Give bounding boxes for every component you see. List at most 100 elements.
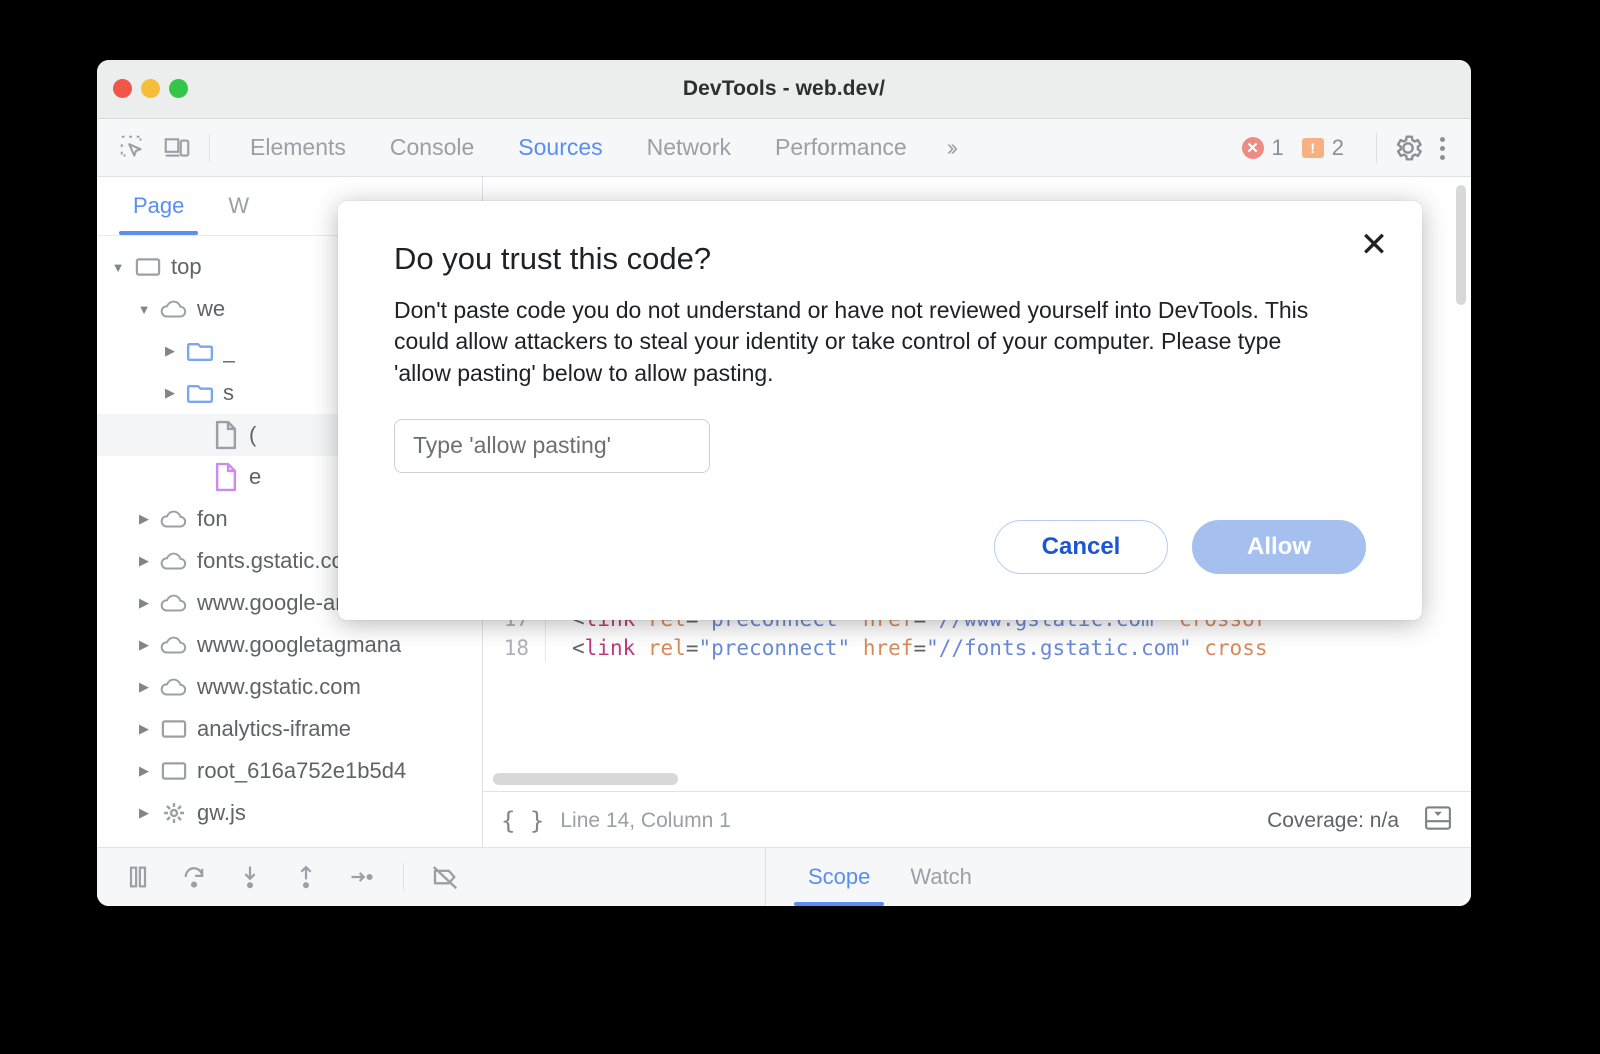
device-toolbar-icon[interactable] <box>155 126 199 170</box>
devtools-window: DevTools - web.dev/ Elements Console Sou… <box>97 60 1471 906</box>
toolbar-divider-3 <box>403 863 404 891</box>
cancel-button[interactable]: Cancel <box>994 520 1168 574</box>
tree-item-label: fon <box>197 506 228 531</box>
editor-vertical-scrollbar[interactable] <box>1456 185 1466 305</box>
step-into-icon[interactable] <box>225 855 275 899</box>
close-window-button[interactable] <box>113 79 132 98</box>
step-over-icon[interactable] <box>169 855 219 899</box>
frame-icon <box>131 253 165 281</box>
error-badge[interactable]: ✕ 1 <box>1241 135 1284 161</box>
tree-item-gstatic[interactable]: ▶ www.gstatic.com <box>97 666 482 708</box>
twisty-right-icon[interactable]: ▶ <box>131 721 157 737</box>
folder-icon <box>183 337 217 365</box>
code-token: = <box>685 635 699 660</box>
maximize-window-button[interactable] <box>169 79 188 98</box>
error-icon: ✕ <box>1241 137 1264 159</box>
line-number: 18 <box>503 635 529 660</box>
show-drawer-icon[interactable] <box>1423 803 1453 838</box>
traffic-lights <box>113 79 188 98</box>
toolbar-divider-2 <box>1376 133 1377 163</box>
deactivate-breakpoints-icon[interactable] <box>420 855 470 899</box>
twisty-right-icon[interactable]: ▶ <box>131 763 157 779</box>
twisty-down-icon[interactable]: ▼ <box>131 302 157 317</box>
tree-item-label: www.googletagmana <box>197 632 402 657</box>
tree-item-gwjs[interactable]: ▶ gw.js <box>97 792 482 834</box>
twisty-down-icon[interactable]: ▼ <box>105 260 131 275</box>
code-line: 18 <link rel="preconnect" href="//fonts.… <box>483 633 1471 662</box>
kebab-menu-icon[interactable] <box>1425 131 1459 165</box>
coverage-label: Coverage: n/a <box>1267 808 1399 832</box>
tree-item-root-frame[interactable]: ▶ root_616a752e1b5d4 <box>97 750 482 792</box>
tree-item-label: top <box>171 254 202 279</box>
trust-code-dialog: ✕ Do you trust this code? Don't paste co… <box>338 201 1422 620</box>
code-token: cross <box>1204 635 1268 660</box>
pause-resume-icon[interactable] <box>113 855 163 899</box>
twisty-right-icon[interactable]: ▶ <box>131 595 157 611</box>
stylesheet-icon <box>209 462 243 492</box>
tree-item-label: _ <box>223 338 236 363</box>
tab-scope[interactable]: Scope <box>788 848 890 906</box>
folder-icon <box>183 379 217 407</box>
twisty-right-icon[interactable]: ▶ <box>131 805 157 821</box>
code-token: = <box>913 635 927 660</box>
navigator-tab-workspace[interactable]: W <box>206 177 271 235</box>
frame-icon <box>157 757 191 785</box>
gear-icon[interactable] <box>1391 131 1425 165</box>
tab-elements[interactable]: Elements <box>228 134 368 161</box>
step-icon[interactable] <box>337 855 387 899</box>
editor-statusbar: { } Line 14, Column 1 Coverage: n/a <box>483 791 1471 849</box>
window-titlebar: DevTools - web.dev/ <box>97 60 1471 119</box>
tree-item-label: www.gstatic.com <box>197 674 361 699</box>
twisty-right-icon[interactable]: ▶ <box>157 385 183 401</box>
tree-item-label: root_616a752e1b5d4 <box>197 758 407 783</box>
frame-icon <box>157 715 191 743</box>
editor-horizontal-scrollbar[interactable] <box>493 773 678 785</box>
tree-item-googletagmanager[interactable]: ▶ www.googletagmana <box>97 624 482 666</box>
allow-button[interactable]: Allow <box>1192 520 1366 574</box>
tab-network[interactable]: Network <box>625 134 753 161</box>
sidebar-tabs: Scope Watch <box>765 848 992 906</box>
twisty-right-icon[interactable]: ▶ <box>131 553 157 569</box>
minimize-window-button[interactable] <box>141 79 160 98</box>
code-token: "preconnect" <box>698 635 851 660</box>
code-token: link <box>584 635 636 660</box>
panel-tabs: Elements Console Sources Network Perform… <box>228 134 972 161</box>
close-icon[interactable]: ✕ <box>1352 223 1396 267</box>
inspect-element-icon[interactable] <box>111 126 155 170</box>
debugger-toolbar: Scope Watch <box>97 847 1471 906</box>
cloud-icon <box>157 295 191 323</box>
tree-item-label: analytics-iframe <box>197 716 352 741</box>
tree-item-analytics-iframe[interactable]: ▶ analytics-iframe <box>97 708 482 750</box>
twisty-right-icon[interactable]: ▶ <box>157 343 183 359</box>
cloud-icon <box>157 505 191 533</box>
chevron-double-right-icon[interactable]: ›› <box>929 134 972 161</box>
cloud-icon <box>157 631 191 659</box>
tab-console[interactable]: Console <box>368 134 496 161</box>
gear-icon <box>157 801 191 825</box>
cursor-position: Line 14, Column 1 <box>560 808 731 832</box>
tab-performance[interactable]: Performance <box>753 134 929 161</box>
cloud-icon <box>157 673 191 701</box>
tab-watch[interactable]: Watch <box>890 848 992 906</box>
tree-item-label: e <box>249 464 262 489</box>
navigator-tab-page[interactable]: Page <box>111 177 206 235</box>
pretty-print-braces-icon[interactable]: { } <box>501 807 544 835</box>
dialog-body: Don't paste code you do not understand o… <box>394 297 1309 386</box>
dialog-title: Do you trust this code? <box>394 241 712 276</box>
twisty-right-icon[interactable]: ▶ <box>131 637 157 653</box>
tab-sources[interactable]: Sources <box>496 134 624 161</box>
code-token: href <box>862 635 914 660</box>
allow-pasting-input[interactable] <box>394 418 710 473</box>
step-out-icon[interactable] <box>281 855 331 899</box>
cloud-icon <box>157 547 191 575</box>
twisty-right-icon[interactable]: ▶ <box>131 679 157 695</box>
window-title: DevTools - web.dev/ <box>682 77 886 100</box>
warning-badge[interactable]: ! 2 <box>1301 135 1344 161</box>
error-count: 1 <box>1271 135 1284 160</box>
document-icon <box>209 420 243 450</box>
twisty-right-icon[interactable]: ▶ <box>131 511 157 527</box>
code-text: <link rel="preconnect" href="//fonts.gst… <box>572 636 1471 660</box>
